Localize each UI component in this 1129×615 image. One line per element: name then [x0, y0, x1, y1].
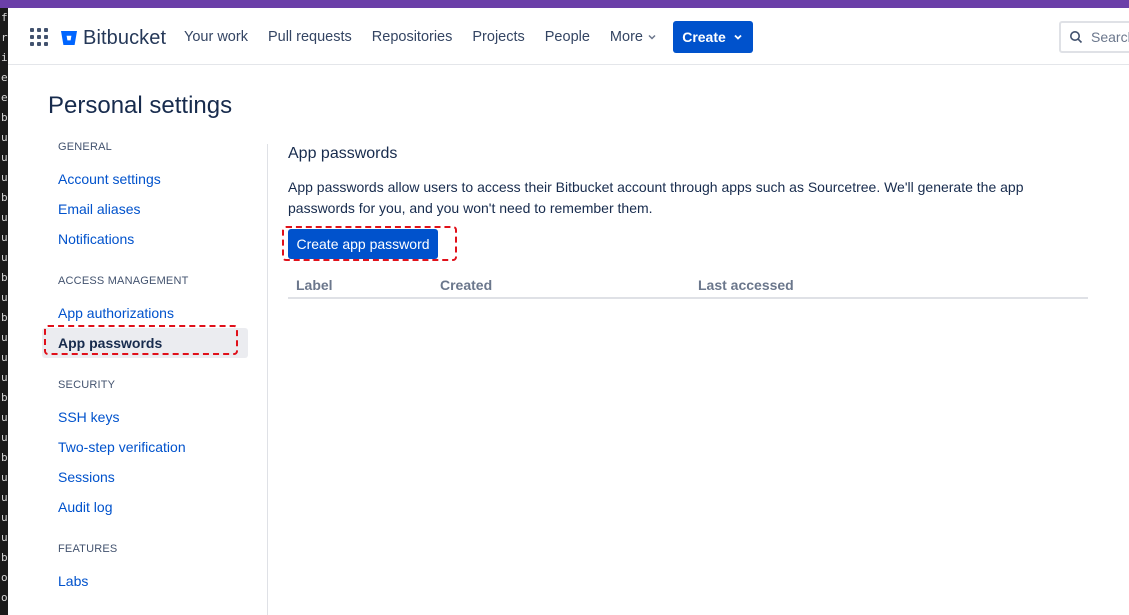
nav-pull-requests[interactable]: Pull requests	[268, 29, 352, 45]
background-text-fragment: u	[1, 371, 8, 384]
nav-projects[interactable]: Projects	[472, 29, 524, 45]
background-text-fragment: o	[1, 591, 8, 604]
chevron-down-icon	[648, 34, 656, 40]
app-switcher-icon[interactable]	[30, 28, 48, 46]
background-text-fragment: u	[1, 171, 8, 184]
background-text-fragment: e	[1, 71, 8, 84]
bitbucket-bucket-icon	[61, 31, 77, 45]
background-text-fragment: u	[1, 431, 8, 444]
background-window-strip: faroifeesbuuubuuububuuubuubuuuuboo	[0, 8, 8, 615]
sidebar-section: SECURITY SSH keys Two-step verification Ses…	[42, 378, 248, 522]
primary-nav: Your work Pull requests Repositories Pro…	[184, 8, 678, 65]
background-text-fragment: u	[1, 351, 8, 364]
top-navigation: Bitbucket Your work Pull requests Reposi…	[8, 8, 1129, 65]
top-accent-bar	[0, 0, 1129, 8]
sidebar-item-app-authorizations[interactable]: App authorizations	[42, 298, 248, 328]
background-text-fragment: b	[1, 311, 8, 324]
background-text-fragment: b	[1, 191, 8, 204]
background-text-fragment: fa	[1, 11, 8, 24]
search-box[interactable]	[1059, 21, 1129, 53]
background-text-fragment: b	[1, 111, 8, 124]
sidebar-item-app-passwords[interactable]: App passwords	[42, 328, 248, 358]
app-passwords-table-header: Label Created Last accessed	[288, 273, 1088, 299]
chevron-down-icon	[734, 34, 742, 40]
background-text-fragment: u	[1, 411, 8, 424]
section-description: App passwords allow users to access thei…	[288, 179, 1024, 216]
sidebar-item-account-settings[interactable]: Account settings	[42, 164, 248, 194]
background-text-fragment: u	[1, 131, 8, 144]
background-text-fragment: u	[1, 151, 8, 164]
background-text-fragment: u	[1, 211, 8, 224]
sidebar-section-heading: GENERAL	[58, 141, 112, 153]
create-app-password-button[interactable]: Create app password	[288, 229, 438, 259]
nav-repositories[interactable]: Repositories	[372, 29, 453, 45]
column-header-label[interactable]: Label	[296, 277, 333, 293]
background-text-fragment: u	[1, 251, 8, 264]
sidebar-item-ssh-keys[interactable]: SSH keys	[42, 402, 248, 432]
background-text-fragment: u	[1, 291, 8, 304]
search-input[interactable]	[1091, 29, 1129, 45]
search-icon	[1070, 31, 1083, 44]
app-passwords-panel: App passwords App passwords allow users …	[288, 143, 1088, 299]
sidebar-item-notifications[interactable]: Notifications	[42, 224, 248, 254]
background-text-fragment: o	[1, 571, 8, 584]
background-text-fragment: b	[1, 551, 8, 564]
logo-text: Bitbucket	[83, 26, 167, 49]
settings-sidebar: GENERAL Account settings Email aliases Noti…	[42, 140, 248, 596]
background-text-fragment: b	[1, 271, 8, 284]
create-button-label: Create	[682, 29, 726, 45]
sidebar-section: FEATURES Labs	[42, 542, 248, 596]
sidebar-section-heading: FEATURES	[58, 543, 118, 555]
bitbucket-logo[interactable]: Bitbucket	[60, 26, 166, 50]
background-text-fragment: b	[1, 451, 8, 464]
background-text-fragment: ro	[1, 31, 8, 44]
background-text-fragment: b	[1, 391, 8, 404]
column-header-created[interactable]: Created	[440, 277, 492, 293]
sidebar-item-two-step-verification[interactable]: Two-step verification	[42, 432, 248, 462]
sidebar-section-heading: SECURITY	[58, 379, 116, 391]
nav-more-label: More	[609, 28, 643, 45]
nav-people[interactable]: People	[545, 29, 590, 45]
create-button[interactable]: Create	[673, 21, 753, 53]
sidebar-item-sessions[interactable]: Sessions	[42, 462, 248, 492]
background-text-fragment: if	[1, 51, 8, 64]
sidebar-item-email-aliases[interactable]: Email aliases	[42, 194, 248, 224]
background-text-fragment: u	[1, 511, 8, 524]
background-text-fragment: u	[1, 231, 8, 244]
background-text-fragment: u	[1, 531, 8, 544]
background-text-fragment: u	[1, 331, 8, 344]
sidebar-section: ACCESS MANAGEMENT App authorizations App p…	[42, 274, 248, 358]
background-text-fragment: u	[1, 471, 8, 484]
section-title: App passwords	[288, 145, 398, 162]
sidebar-item-audit-log[interactable]: Audit log	[42, 492, 248, 522]
nav-more-dropdown[interactable]: More	[610, 29, 658, 45]
sidebar-item-labs[interactable]: Labs	[42, 566, 248, 596]
page-title: Personal settings	[48, 92, 233, 119]
sidebar-section-heading: ACCESS MANAGEMENT	[58, 275, 189, 287]
background-text-fragment: u	[1, 491, 8, 504]
column-header-last-accessed[interactable]: Last accessed	[698, 277, 794, 293]
background-text-fragment: es	[1, 91, 8, 104]
sidebar-section: GENERAL Account settings Email aliases Noti…	[42, 140, 248, 254]
sidebar-divider	[267, 144, 268, 615]
nav-your-work[interactable]: Your work	[184, 29, 248, 45]
